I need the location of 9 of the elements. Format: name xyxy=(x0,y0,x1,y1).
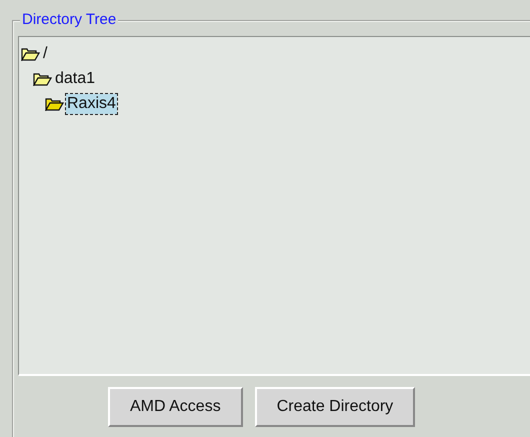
folder-icon xyxy=(21,46,40,60)
folder-icon xyxy=(33,72,52,86)
group-title: Directory Tree xyxy=(20,11,118,29)
folder-icon xyxy=(45,96,64,110)
tree-item[interactable]: data1 xyxy=(54,68,96,88)
tree-item[interactable]: Raxis4 xyxy=(66,94,117,114)
action-button[interactable]: AMD Access xyxy=(108,387,243,427)
tree-item[interactable]: / xyxy=(42,44,48,64)
action-button[interactable]: Create Directory xyxy=(254,387,416,427)
